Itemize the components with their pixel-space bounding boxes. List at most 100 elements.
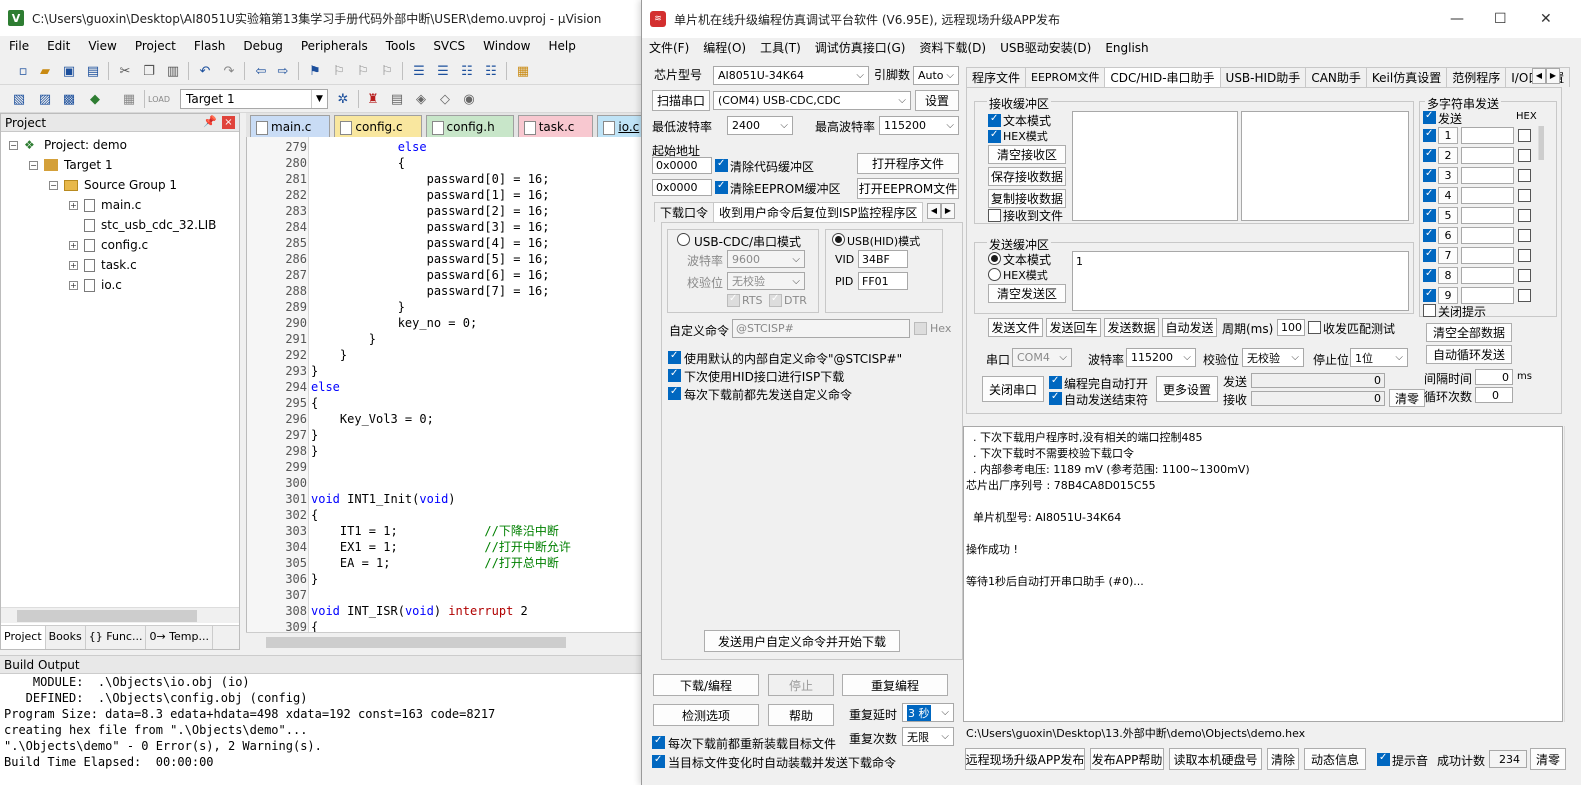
tab-usb-hid[interactable]: USB-HID助手 [1219,67,1307,87]
close-tip-checkbox[interactable] [1423,304,1436,317]
send-data-button[interactable]: 发送数据 [1104,318,1159,337]
chip-select[interactable]: AI8051U-34K64 [713,66,869,85]
read-disk-id-button[interactable]: 读取本机硬盘号 [1169,748,1262,770]
target-options-icon[interactable]: ✲ [334,90,352,108]
reprogram-button[interactable]: 重复编程 [842,674,948,696]
help-button[interactable]: 帮助 [768,704,834,726]
menu-peripherals[interactable]: Peripherals [292,36,377,56]
multi-row-send-checkbox[interactable] [1423,228,1436,242]
settings-button[interactable]: 设置 [915,90,959,111]
nav-forward-icon[interactable]: ⇨ [274,62,292,80]
multi-row-send-checkbox[interactable] [1423,128,1436,142]
uncomment-icon[interactable]: ☷ [482,62,500,80]
multi-row-hex-checkbox[interactable] [1518,209,1531,222]
target-select[interactable]: Target 1 ▼ [180,89,328,109]
multi-row-hex-checkbox[interactable] [1518,289,1531,302]
auto-send-button[interactable]: 自动发送 [1162,318,1217,337]
multi-row-send-checkbox[interactable] [1423,248,1436,262]
find-in-files-icon[interactable]: ▦ [514,62,532,80]
code-editor[interactable]: 279 else 280 {281 passward[0] = 16; 282 pa… [246,137,645,634]
clear-success-button[interactable]: 清零 [1530,748,1566,770]
tab-reset-isp[interactable]: 收到用户命令后复位到ISP监控程序区 [713,202,924,222]
parity-select[interactable]: 无校验 [727,272,805,290]
clear-code-checkbox[interactable] [715,158,728,172]
multi-row-send-button[interactable]: 7 [1438,247,1458,264]
usb-hid-radio[interactable] [832,233,845,246]
prev-bookmark-icon[interactable]: ⚐ [330,62,348,80]
use-default-cmd-checkbox[interactable] [668,350,681,364]
open-eeprom-file-button[interactable]: 打开EEPROM文件 [857,178,959,199]
multi-row-send-button[interactable]: 5 [1438,207,1458,224]
close-window-icon[interactable]: ✕ [1540,11,1552,27]
tree-file-task[interactable]: + task.c [69,255,137,275]
clear-all-button[interactable]: 清空全部数据 [1426,323,1512,342]
multi-row-send-checkbox[interactable] [1423,168,1436,182]
beep-checkbox[interactable] [1377,752,1390,766]
menu-tools[interactable]: Tools [377,36,425,56]
port-select[interactable]: (COM4) USB-CDC,CDC [713,91,911,110]
usb-cdc-radio[interactable] [677,233,690,246]
send-text-area[interactable]: 1 [1072,251,1409,311]
multi-row-input[interactable] [1461,167,1514,184]
run-time-icon[interactable]: ◉ [460,90,478,108]
reload-target-checkbox[interactable] [652,735,665,749]
multi-row-input[interactable] [1461,207,1514,224]
multi-row-hex-checkbox[interactable] [1518,189,1531,202]
tree-file-config[interactable]: + config.c [69,235,148,255]
pid-input[interactable]: FF01 [858,272,908,290]
receive-to-file-checkbox[interactable] [988,209,1001,222]
clear-receive-button[interactable]: 清空接收区 [988,145,1066,164]
close-icon[interactable]: × [222,116,235,129]
clear-eeprom-checkbox[interactable] [715,180,728,194]
clear-count-button[interactable]: 清零 [1389,389,1425,407]
save-all-icon[interactable]: ▤ [84,62,102,80]
recv-match-checkbox[interactable] [1308,321,1321,334]
multi-row-send-checkbox[interactable] [1423,268,1436,282]
multi-row-send-button[interactable]: 2 [1438,147,1458,164]
menu-view[interactable]: View [79,36,125,56]
tree-source-group[interactable]: − Source Group 1 [49,175,177,195]
multi-row-input[interactable] [1461,267,1514,284]
custom-command-input[interactable]: @STCISP# [732,319,910,338]
multi-row-send-button[interactable]: 1 [1438,127,1458,144]
isp-menu-debug[interactable]: 调试仿真接口(G) [808,38,913,60]
manage-project-icon[interactable]: ▤ [388,90,406,108]
multi-row-hex-checkbox[interactable] [1518,229,1531,242]
menu-debug[interactable]: Debug [234,36,291,56]
expand-icon[interactable]: + [69,280,78,290]
multi-row-send-button[interactable]: 4 [1438,187,1458,204]
send-text-mode-radio[interactable] [988,252,1001,265]
auto-open-checkbox[interactable] [1049,375,1062,389]
comment-icon[interactable]: ☷ [458,62,476,80]
multi-row-hex-checkbox[interactable] [1518,269,1531,282]
multi-row-send-button[interactable]: 6 [1438,227,1458,244]
editor-hscrollbar[interactable] [246,632,645,652]
tree-file-io[interactable]: + io.c [69,275,122,295]
menu-project[interactable]: Project [126,36,185,56]
menu-svcs[interactable]: SVCS [424,36,474,56]
loop-input[interactable]: 0 [1475,387,1513,403]
load-icon[interactable]: LOAD [148,90,170,108]
editor-tab-main[interactable]: main.c [250,115,331,137]
menu-file[interactable]: File [0,36,38,56]
baud2-select[interactable]: 115200 [1126,348,1196,367]
scroll-left-icon[interactable]: ◀ [927,203,941,219]
close-port-button[interactable]: 关闭串口 [982,376,1044,402]
editor-tab-config-h[interactable]: config.h [425,115,514,137]
tab-project[interactable]: Project [1,626,46,649]
select-packs-icon[interactable]: ◈ [412,90,430,108]
tab-functions[interactable]: {} Func... [86,626,147,649]
tree-project[interactable]: − ❖ Project: demo [9,135,127,155]
remote-upgrade-button[interactable]: 远程现场升级APP发布 [965,748,1085,770]
code-address-input[interactable]: 0x0000 [652,157,712,174]
multi-row-input[interactable] [1461,127,1514,144]
multi-row-hex-checkbox[interactable] [1518,149,1531,162]
multi-row-send-checkbox[interactable] [1423,188,1436,202]
copy-icon[interactable]: ❐ [140,62,158,80]
check-options-button[interactable]: 检测选项 [653,704,759,726]
receive-text-area[interactable] [1072,111,1238,221]
multi-row-send-checkbox[interactable] [1423,288,1436,302]
stop-button[interactable]: 停止 [768,674,834,696]
cut-icon[interactable]: ✂ [116,62,134,80]
interval-input[interactable]: 0 [1475,369,1513,385]
